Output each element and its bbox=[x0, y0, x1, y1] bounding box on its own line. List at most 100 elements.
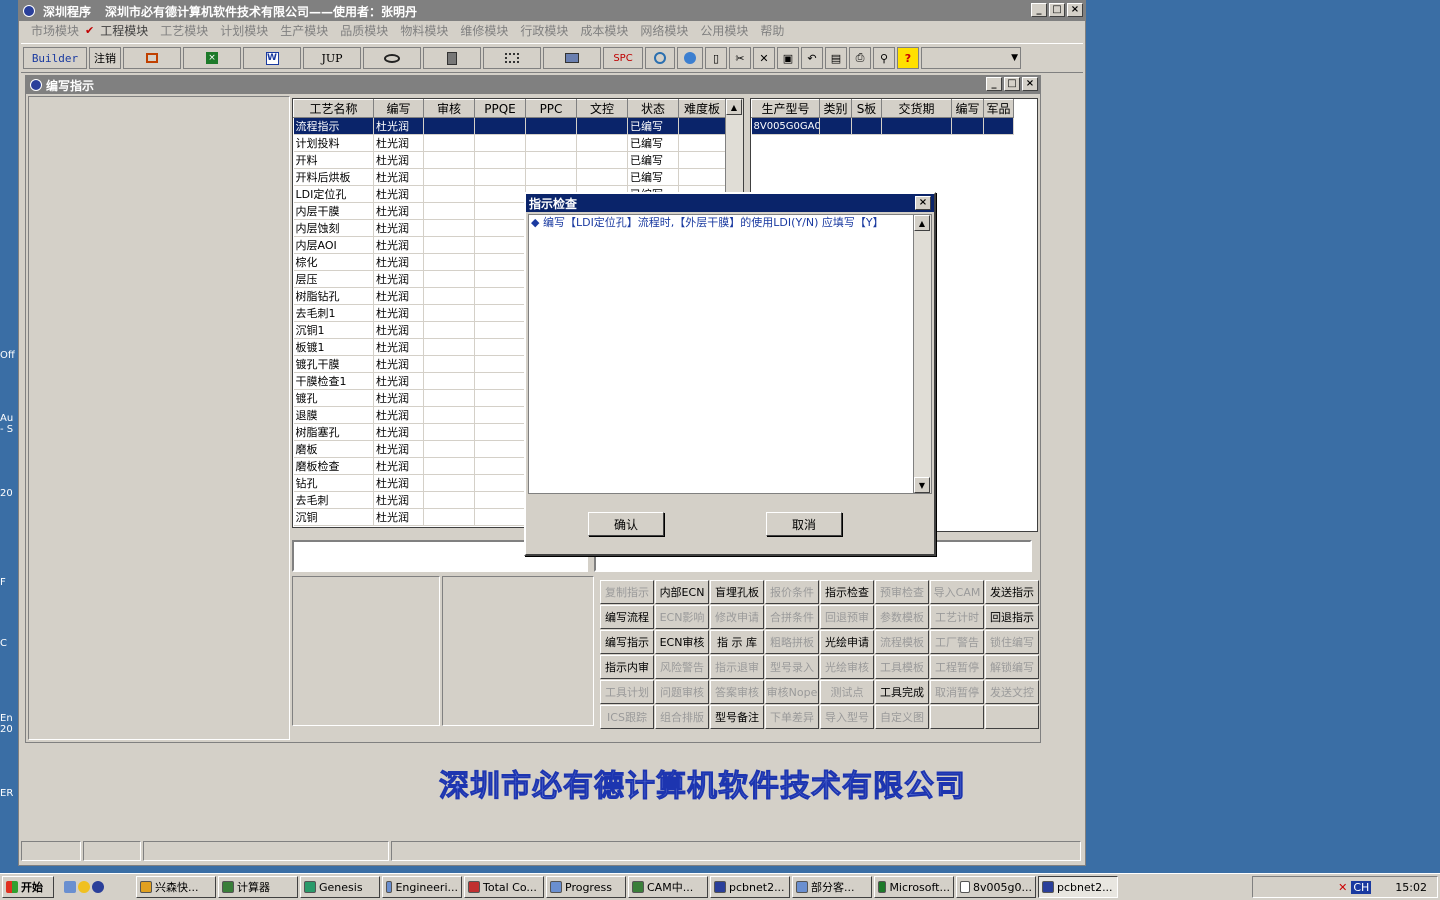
table-cell[interactable]: 杜光润 bbox=[373, 168, 424, 186]
action-button[interactable]: 锁住编写 bbox=[985, 630, 1039, 654]
language-indicator[interactable]: CH bbox=[1351, 880, 1372, 894]
table-cell[interactable] bbox=[423, 508, 475, 526]
taskbar-button[interactable]: Genesis bbox=[300, 876, 380, 898]
action-button[interactable]: 参数模板 bbox=[875, 605, 929, 629]
menu-item[interactable]: 生产模块 bbox=[274, 22, 334, 39]
taskbar-button[interactable]: Total Co... bbox=[464, 876, 544, 898]
column-header[interactable]: 审核 bbox=[423, 99, 475, 118]
column-header[interactable]: 类别 bbox=[819, 99, 852, 118]
table-cell[interactable]: 杜光润 bbox=[373, 134, 424, 152]
table-cell[interactable] bbox=[678, 117, 726, 135]
menu-item[interactable]: 公用模块 bbox=[694, 22, 754, 39]
table-cell[interactable]: 去毛刺 bbox=[293, 491, 374, 509]
table-cell[interactable]: 沉铜 bbox=[293, 508, 374, 526]
action-button[interactable]: 复制指示 bbox=[600, 580, 654, 604]
table-cell[interactable] bbox=[423, 457, 475, 475]
table-cell[interactable] bbox=[474, 185, 526, 203]
table-cell[interactable] bbox=[576, 134, 628, 152]
action-button[interactable]: 工具模板 bbox=[875, 655, 929, 679]
maximize-button[interactable]: □ bbox=[1049, 3, 1065, 17]
tray-icon[interactable]: ✕ bbox=[1338, 881, 1347, 894]
table-row[interactable]: 计划投料 杜光润 已编写 bbox=[293, 134, 726, 152]
table-cell[interactable] bbox=[423, 219, 475, 237]
table-cell[interactable] bbox=[474, 117, 526, 135]
action-button[interactable]: 导入型号 bbox=[820, 705, 874, 729]
table-cell[interactable] bbox=[423, 185, 475, 203]
menu-item[interactable]: 网络模块 bbox=[634, 22, 694, 39]
table-cell[interactable]: 杜光润 bbox=[373, 151, 424, 169]
action-button[interactable]: ICS跟踪 bbox=[600, 705, 654, 729]
taskbar-button[interactable]: 兴森快... bbox=[136, 876, 216, 898]
computer-icon[interactable] bbox=[543, 47, 601, 69]
scroll-down-icon[interactable]: ▼ bbox=[914, 477, 930, 493]
action-button[interactable] bbox=[930, 705, 984, 729]
table-cell[interactable]: 杜光润 bbox=[373, 338, 424, 356]
action-button[interactable]: 问题审核 bbox=[655, 680, 709, 704]
table-cell[interactable]: 杜光润 bbox=[373, 457, 424, 475]
taskbar-button[interactable]: Microsoft... bbox=[874, 876, 954, 898]
action-button[interactable]: 工具完成 bbox=[875, 680, 929, 704]
column-header[interactable]: 军品 bbox=[983, 99, 1014, 118]
table-cell[interactable] bbox=[474, 270, 526, 288]
action-button[interactable]: 工程暂停 bbox=[930, 655, 984, 679]
table-cell[interactable]: 杜光润 bbox=[373, 287, 424, 305]
table-cell[interactable] bbox=[474, 151, 526, 169]
table-cell[interactable] bbox=[881, 117, 952, 135]
table-cell[interactable]: 8V005G0GA0 bbox=[751, 117, 820, 135]
table-cell[interactable] bbox=[474, 474, 526, 492]
table-cell[interactable] bbox=[474, 406, 526, 424]
table-cell[interactable]: 杜光润 bbox=[373, 355, 424, 373]
table-row[interactable]: 流程指示 杜光润 已编写 bbox=[293, 117, 726, 135]
action-button[interactable]: 组合排版 bbox=[655, 705, 709, 729]
action-button[interactable]: 内部ECN bbox=[655, 580, 709, 604]
action-button[interactable]: 编写指示 bbox=[600, 630, 654, 654]
table-cell[interactable]: 层压 bbox=[293, 270, 374, 288]
action-button[interactable]: 发送指示 bbox=[985, 580, 1039, 604]
action-button[interactable]: 指 示 库 bbox=[710, 630, 764, 654]
column-header[interactable]: 编写 bbox=[951, 99, 984, 118]
action-button[interactable]: 自定义图 bbox=[875, 705, 929, 729]
table-cell[interactable]: 杜光润 bbox=[373, 474, 424, 492]
table-cell[interactable]: 杜光润 bbox=[373, 236, 424, 254]
start-button[interactable]: 开始 bbox=[2, 876, 54, 898]
table-cell[interactable]: 树脂钻孔 bbox=[293, 287, 374, 305]
table-cell[interactable]: 杜光润 bbox=[373, 185, 424, 203]
taskbar-button[interactable]: 计算器 bbox=[218, 876, 298, 898]
table-cell[interactable] bbox=[951, 117, 984, 135]
table-cell[interactable]: 退膜 bbox=[293, 406, 374, 424]
table-cell[interactable] bbox=[474, 457, 526, 475]
scroll-up-icon[interactable]: ▲ bbox=[726, 99, 742, 115]
word-icon[interactable]: W bbox=[243, 47, 301, 69]
close-button[interactable]: × bbox=[1067, 3, 1083, 17]
action-button[interactable]: 修改申请 bbox=[710, 605, 764, 629]
child-minimize-button[interactable]: _ bbox=[986, 77, 1002, 91]
column-header[interactable]: PPC bbox=[525, 99, 577, 118]
cabinet-icon[interactable] bbox=[423, 47, 481, 69]
table-cell[interactable] bbox=[474, 491, 526, 509]
action-button[interactable]: 光绘审核 bbox=[820, 655, 874, 679]
table-cell[interactable]: 杜光润 bbox=[373, 389, 424, 407]
action-button[interactable]: 报价条件 bbox=[765, 580, 819, 604]
save-icon[interactable]: ▣ bbox=[777, 47, 799, 69]
table-cell[interactable] bbox=[576, 151, 628, 169]
taskbar-button[interactable]: Progress bbox=[546, 876, 626, 898]
delete-icon[interactable]: ✕ bbox=[753, 47, 775, 69]
table-cell[interactable] bbox=[423, 491, 475, 509]
table-cell[interactable]: 杜光润 bbox=[373, 253, 424, 271]
table-cell[interactable]: 沉铜1 bbox=[293, 321, 374, 339]
table-cell[interactable] bbox=[474, 440, 526, 458]
table-cell[interactable] bbox=[474, 236, 526, 254]
menu-item[interactable]: 物料模块 bbox=[394, 22, 454, 39]
eye-icon[interactable] bbox=[363, 47, 421, 69]
menu-item[interactable]: 行政模块 bbox=[514, 22, 574, 39]
action-button[interactable]: 指示退审 bbox=[710, 655, 764, 679]
table-cell[interactable] bbox=[423, 287, 475, 305]
column-header[interactable]: 交货期 bbox=[881, 99, 952, 118]
table-cell[interactable]: 镀孔 bbox=[293, 389, 374, 407]
action-button[interactable]: 下单差异 bbox=[765, 705, 819, 729]
desktop-icon[interactable] bbox=[64, 881, 76, 893]
action-button[interactable]: 工艺计时 bbox=[930, 605, 984, 629]
cut-icon[interactable]: ✂ bbox=[729, 47, 751, 69]
column-header[interactable]: S板 bbox=[851, 99, 882, 118]
undo-icon[interactable]: ↶ bbox=[801, 47, 823, 69]
